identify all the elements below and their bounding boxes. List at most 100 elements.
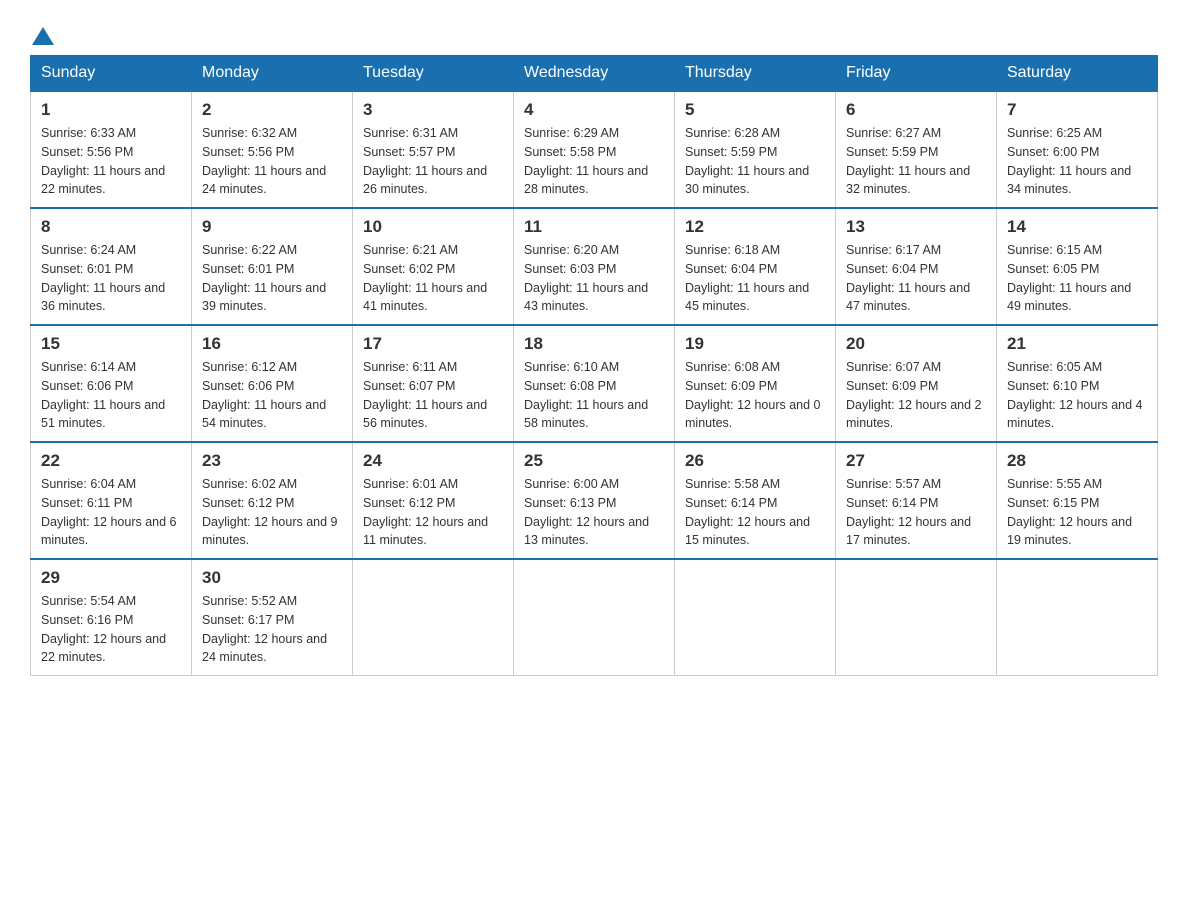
day-number: 27: [846, 451, 986, 471]
calendar-day-cell: 18 Sunrise: 6:10 AMSunset: 6:08 PMDaylig…: [514, 325, 675, 442]
calendar-day-cell: 8 Sunrise: 6:24 AMSunset: 6:01 PMDayligh…: [31, 208, 192, 325]
header-monday: Monday: [192, 56, 353, 92]
day-info: Sunrise: 6:02 AMSunset: 6:12 PMDaylight:…: [202, 477, 338, 547]
day-info: Sunrise: 6:31 AMSunset: 5:57 PMDaylight:…: [363, 126, 487, 196]
day-number: 29: [41, 568, 181, 588]
calendar-day-cell: 5 Sunrise: 6:28 AMSunset: 5:59 PMDayligh…: [675, 91, 836, 208]
day-info: Sunrise: 6:21 AMSunset: 6:02 PMDaylight:…: [363, 243, 487, 313]
calendar-week-row: 29 Sunrise: 5:54 AMSunset: 6:16 PMDaylig…: [31, 559, 1158, 676]
header-tuesday: Tuesday: [353, 56, 514, 92]
day-info: Sunrise: 6:33 AMSunset: 5:56 PMDaylight:…: [41, 126, 165, 196]
header-saturday: Saturday: [997, 56, 1158, 92]
calendar-day-cell: 7 Sunrise: 6:25 AMSunset: 6:00 PMDayligh…: [997, 91, 1158, 208]
day-info: Sunrise: 5:52 AMSunset: 6:17 PMDaylight:…: [202, 594, 327, 664]
calendar-day-cell: 20 Sunrise: 6:07 AMSunset: 6:09 PMDaylig…: [836, 325, 997, 442]
day-number: 6: [846, 100, 986, 120]
day-info: Sunrise: 6:08 AMSunset: 6:09 PMDaylight:…: [685, 360, 821, 430]
day-number: 2: [202, 100, 342, 120]
day-info: Sunrise: 6:27 AMSunset: 5:59 PMDaylight:…: [846, 126, 970, 196]
calendar-week-row: 1 Sunrise: 6:33 AMSunset: 5:56 PMDayligh…: [31, 91, 1158, 208]
calendar-day-cell: 1 Sunrise: 6:33 AMSunset: 5:56 PMDayligh…: [31, 91, 192, 208]
day-info: Sunrise: 6:07 AMSunset: 6:09 PMDaylight:…: [846, 360, 982, 430]
calendar-day-cell: 9 Sunrise: 6:22 AMSunset: 6:01 PMDayligh…: [192, 208, 353, 325]
calendar-day-cell: 4 Sunrise: 6:29 AMSunset: 5:58 PMDayligh…: [514, 91, 675, 208]
calendar-day-cell: 25 Sunrise: 6:00 AMSunset: 6:13 PMDaylig…: [514, 442, 675, 559]
day-number: 15: [41, 334, 181, 354]
calendar-day-cell: 10 Sunrise: 6:21 AMSunset: 6:02 PMDaylig…: [353, 208, 514, 325]
calendar-day-cell: [997, 559, 1158, 676]
calendar-day-cell: 14 Sunrise: 6:15 AMSunset: 6:05 PMDaylig…: [997, 208, 1158, 325]
day-info: Sunrise: 6:15 AMSunset: 6:05 PMDaylight:…: [1007, 243, 1131, 313]
day-info: Sunrise: 6:20 AMSunset: 6:03 PMDaylight:…: [524, 243, 648, 313]
day-number: 8: [41, 217, 181, 237]
day-info: Sunrise: 5:58 AMSunset: 6:14 PMDaylight:…: [685, 477, 810, 547]
day-info: Sunrise: 6:01 AMSunset: 6:12 PMDaylight:…: [363, 477, 488, 547]
calendar-day-cell: 13 Sunrise: 6:17 AMSunset: 6:04 PMDaylig…: [836, 208, 997, 325]
logo-triangle-icon: [32, 23, 54, 45]
day-number: 13: [846, 217, 986, 237]
calendar-day-cell: 22 Sunrise: 6:04 AMSunset: 6:11 PMDaylig…: [31, 442, 192, 559]
calendar-day-cell: 12 Sunrise: 6:18 AMSunset: 6:04 PMDaylig…: [675, 208, 836, 325]
calendar-day-cell: [514, 559, 675, 676]
day-info: Sunrise: 6:18 AMSunset: 6:04 PMDaylight:…: [685, 243, 809, 313]
day-number: 23: [202, 451, 342, 471]
day-number: 5: [685, 100, 825, 120]
day-info: Sunrise: 6:24 AMSunset: 6:01 PMDaylight:…: [41, 243, 165, 313]
calendar-day-cell: [675, 559, 836, 676]
calendar-day-cell: 21 Sunrise: 6:05 AMSunset: 6:10 PMDaylig…: [997, 325, 1158, 442]
calendar-table: Sunday Monday Tuesday Wednesday Thursday…: [30, 55, 1158, 676]
calendar-day-cell: 27 Sunrise: 5:57 AMSunset: 6:14 PMDaylig…: [836, 442, 997, 559]
page-header: [30, 20, 1158, 45]
day-info: Sunrise: 6:05 AMSunset: 6:10 PMDaylight:…: [1007, 360, 1143, 430]
calendar-header-row: Sunday Monday Tuesday Wednesday Thursday…: [31, 56, 1158, 92]
day-number: 30: [202, 568, 342, 588]
calendar-day-cell: 2 Sunrise: 6:32 AMSunset: 5:56 PMDayligh…: [192, 91, 353, 208]
day-number: 3: [363, 100, 503, 120]
calendar-day-cell: 26 Sunrise: 5:58 AMSunset: 6:14 PMDaylig…: [675, 442, 836, 559]
day-number: 4: [524, 100, 664, 120]
calendar-day-cell: 11 Sunrise: 6:20 AMSunset: 6:03 PMDaylig…: [514, 208, 675, 325]
day-info: Sunrise: 6:10 AMSunset: 6:08 PMDaylight:…: [524, 360, 648, 430]
calendar-day-cell: 3 Sunrise: 6:31 AMSunset: 5:57 PMDayligh…: [353, 91, 514, 208]
day-number: 11: [524, 217, 664, 237]
calendar-day-cell: 19 Sunrise: 6:08 AMSunset: 6:09 PMDaylig…: [675, 325, 836, 442]
day-number: 10: [363, 217, 503, 237]
day-number: 14: [1007, 217, 1147, 237]
day-info: Sunrise: 6:12 AMSunset: 6:06 PMDaylight:…: [202, 360, 326, 430]
calendar-day-cell: [353, 559, 514, 676]
day-info: Sunrise: 5:54 AMSunset: 6:16 PMDaylight:…: [41, 594, 166, 664]
day-info: Sunrise: 6:29 AMSunset: 5:58 PMDaylight:…: [524, 126, 648, 196]
day-info: Sunrise: 6:22 AMSunset: 6:01 PMDaylight:…: [202, 243, 326, 313]
calendar-day-cell: 23 Sunrise: 6:02 AMSunset: 6:12 PMDaylig…: [192, 442, 353, 559]
calendar-day-cell: [836, 559, 997, 676]
day-number: 28: [1007, 451, 1147, 471]
calendar-week-row: 8 Sunrise: 6:24 AMSunset: 6:01 PMDayligh…: [31, 208, 1158, 325]
day-info: Sunrise: 6:25 AMSunset: 6:00 PMDaylight:…: [1007, 126, 1131, 196]
day-info: Sunrise: 6:11 AMSunset: 6:07 PMDaylight:…: [363, 360, 487, 430]
day-number: 1: [41, 100, 181, 120]
calendar-day-cell: 16 Sunrise: 6:12 AMSunset: 6:06 PMDaylig…: [192, 325, 353, 442]
logo: [30, 20, 54, 45]
calendar-day-cell: 29 Sunrise: 5:54 AMSunset: 6:16 PMDaylig…: [31, 559, 192, 676]
calendar-day-cell: 30 Sunrise: 5:52 AMSunset: 6:17 PMDaylig…: [192, 559, 353, 676]
calendar-week-row: 15 Sunrise: 6:14 AMSunset: 6:06 PMDaylig…: [31, 325, 1158, 442]
day-number: 25: [524, 451, 664, 471]
calendar-day-cell: 15 Sunrise: 6:14 AMSunset: 6:06 PMDaylig…: [31, 325, 192, 442]
day-number: 7: [1007, 100, 1147, 120]
day-number: 24: [363, 451, 503, 471]
header-wednesday: Wednesday: [514, 56, 675, 92]
calendar-day-cell: 28 Sunrise: 5:55 AMSunset: 6:15 PMDaylig…: [997, 442, 1158, 559]
day-info: Sunrise: 6:32 AMSunset: 5:56 PMDaylight:…: [202, 126, 326, 196]
day-info: Sunrise: 6:28 AMSunset: 5:59 PMDaylight:…: [685, 126, 809, 196]
day-number: 17: [363, 334, 503, 354]
day-number: 26: [685, 451, 825, 471]
header-friday: Friday: [836, 56, 997, 92]
day-number: 19: [685, 334, 825, 354]
day-number: 18: [524, 334, 664, 354]
day-number: 22: [41, 451, 181, 471]
day-info: Sunrise: 6:14 AMSunset: 6:06 PMDaylight:…: [41, 360, 165, 430]
day-number: 12: [685, 217, 825, 237]
day-info: Sunrise: 5:57 AMSunset: 6:14 PMDaylight:…: [846, 477, 971, 547]
day-number: 9: [202, 217, 342, 237]
header-sunday: Sunday: [31, 56, 192, 92]
